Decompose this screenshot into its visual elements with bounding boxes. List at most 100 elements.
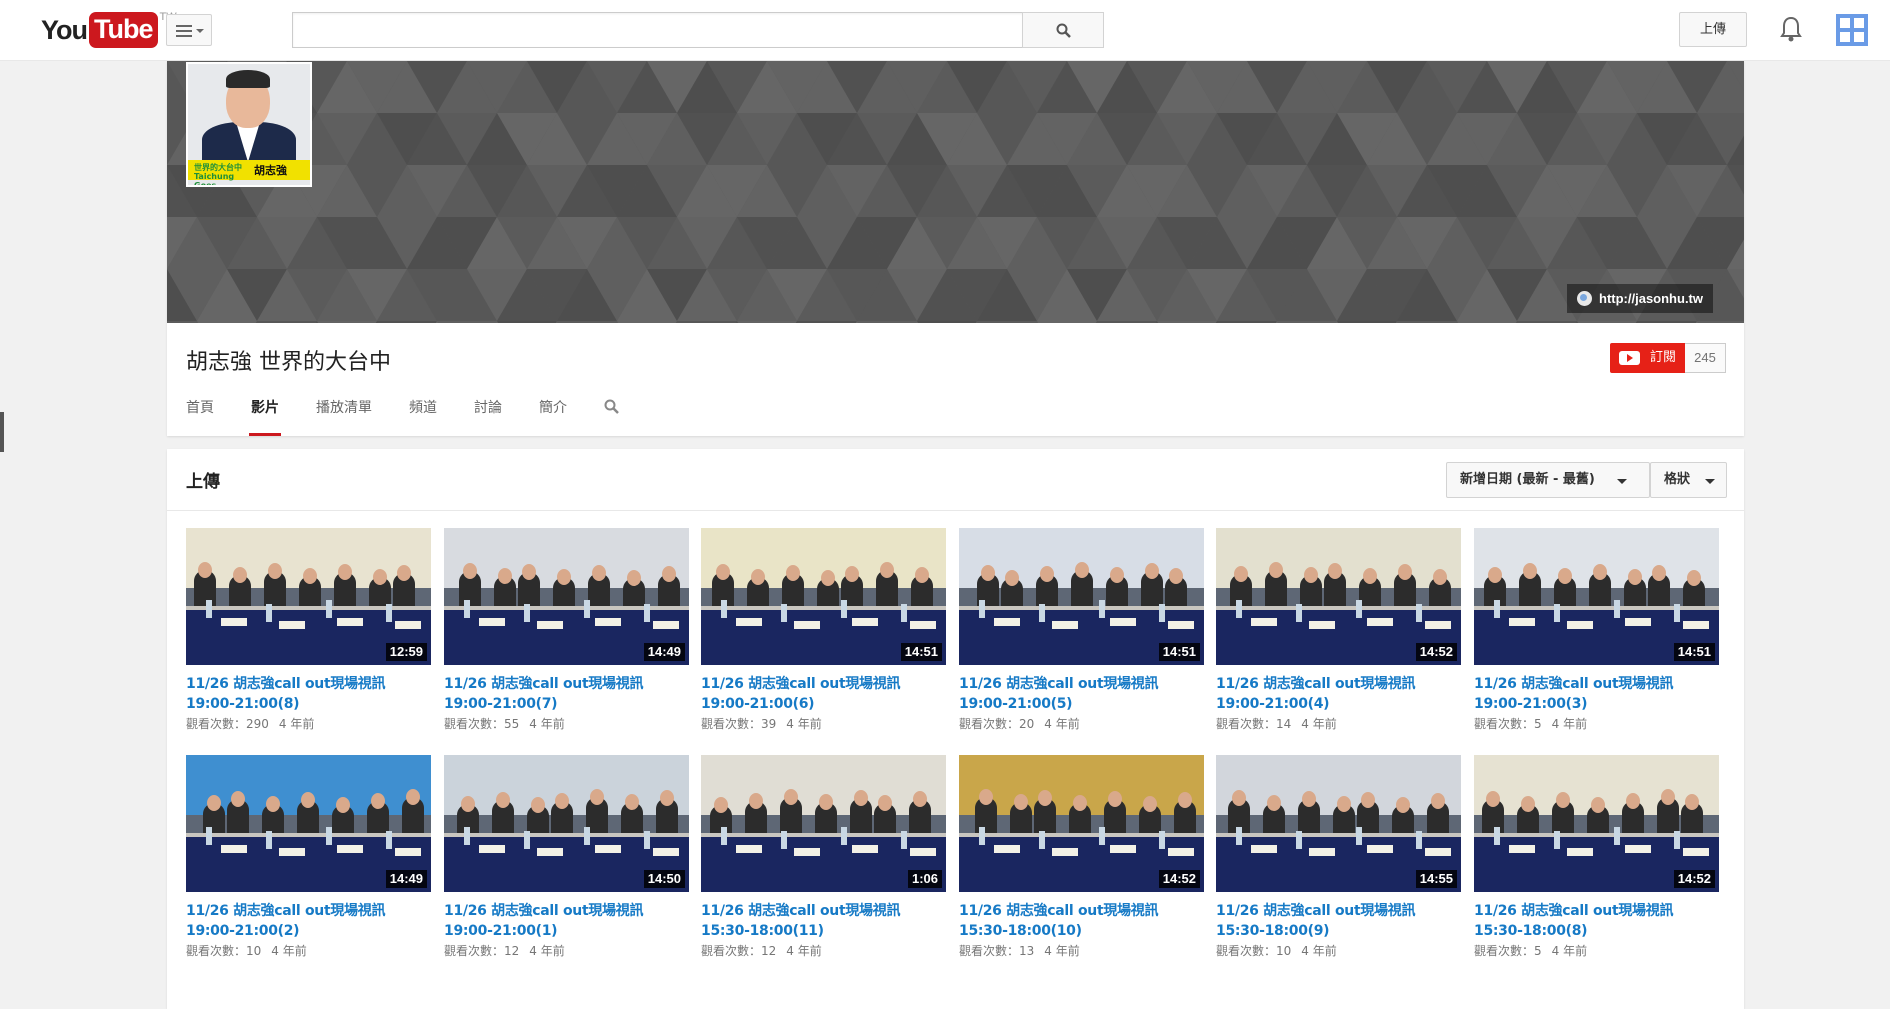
video-meta: 觀看次數：14 4 年前 [1216,715,1337,732]
video-upload-age: 4 年前 [529,944,565,958]
uploads-section: 上傳 新增日期 (最新 - 最舊) 格狀 12:59 11/26 胡志強call … [167,449,1744,1009]
video-title[interactable]: 11/26 胡志強call out現場視訊 19:00-21:00(1) [444,901,689,941]
video-duration: 14:49 [385,870,427,888]
youtube-play-icon [1619,351,1640,365]
video-duration: 14:55 [1415,870,1457,888]
video-card[interactable]: 14:50 11/26 胡志強call out現場視訊 19:00-21:00(1… [444,755,689,965]
hamburger-icon [176,25,192,37]
video-duration: 14:50 [643,870,685,888]
video-card[interactable]: 12:59 11/26 胡志強call out現場視訊 19:00-21:00(8… [186,528,431,738]
video-duration: 14:52 [1158,870,1200,888]
tab-discussion[interactable]: 討論 [474,401,502,436]
video-title[interactable]: 11/26 胡志強call out現場視訊 19:00-21:00(2) [186,901,431,941]
channel-title[interactable]: 胡志強 世界的大台中 [186,344,391,376]
video-card[interactable]: 14:51 11/26 胡志強call out現場視訊 19:00-21:00(6… [701,528,946,738]
video-thumbnail[interactable]: 1:06 [701,755,946,892]
avatar-name: 胡志強 [254,164,287,177]
video-card[interactable]: 14:49 11/26 胡志強call out現場視訊 19:00-21:00(7… [444,528,689,738]
tab-about[interactable]: 簡介 [539,401,567,436]
account-avatar[interactable] [1836,14,1868,46]
video-upload-age: 4 年前 [1044,717,1080,731]
video-title[interactable]: 11/26 胡志強call out現場視訊 19:00-21:00(5) [959,674,1204,714]
sort-label: 新增日期 (最新 - 最舊) [1460,472,1595,487]
video-upload-age: 4 年前 [278,717,315,731]
video-title[interactable]: 11/26 胡志強call out現場視訊 15:30-18:00(10) [959,901,1204,941]
video-card[interactable]: 14:52 11/26 胡志強call out現場視訊 15:30-18:00(8… [1474,755,1719,965]
video-thumbnail[interactable]: 14:49 [444,528,689,665]
video-views: 觀看次數：13 [959,944,1035,958]
video-views: 觀看次數：12 [444,944,520,958]
video-views: 觀看次數：39 [701,717,777,731]
video-meta: 觀看次數：290 4 年前 [186,715,314,732]
video-upload-age: 4 年前 [271,944,307,958]
video-thumbnail[interactable]: 12:59 [186,528,431,665]
video-meta: 觀看次數：12 4 年前 [701,942,822,959]
notifications-bell-icon[interactable] [1780,16,1802,42]
video-card[interactable]: 14:51 11/26 胡志強call out現場視訊 19:00-21:00(3… [1474,528,1719,738]
video-duration: 1:06 [907,870,942,888]
video-thumbnail[interactable]: 14:51 [701,528,946,665]
video-duration: 12:59 [385,643,427,661]
sort-dropdown[interactable]: 新增日期 (最新 - 最舊) [1446,462,1650,498]
video-meta: 觀看次數：10 4 年前 [1216,942,1337,959]
video-thumbnail[interactable]: 14:52 [959,755,1204,892]
video-duration: 14:49 [643,643,685,661]
video-thumbnail[interactable]: 14:52 [1474,755,1719,892]
chevron-down-icon [196,29,204,33]
video-views: 觀看次數：5 [1474,717,1542,731]
view-mode-dropdown[interactable]: 格狀 [1650,462,1727,498]
channel-avatar[interactable]: 世界的大台中 Taichung Goes Global 胡志強 [186,62,312,187]
video-upload-age: 4 年前 [1044,944,1080,958]
tab-home[interactable]: 首頁 [186,401,214,436]
video-card[interactable]: 14:52 11/26 胡志強call out現場視訊 19:00-21:00(4… [1216,528,1461,738]
tab-playlists[interactable]: 播放清單 [316,401,372,436]
video-title[interactable]: 11/26 胡志強call out現場視訊 19:00-21:00(3) [1474,674,1719,714]
video-thumbnail[interactable]: 14:51 [959,528,1204,665]
chevron-down-icon [1705,479,1715,484]
logo-you-text: You [41,15,88,45]
search-input[interactable] [292,12,1023,48]
video-title[interactable]: 11/26 胡志強call out現場視訊 15:30-18:00(11) [701,901,946,941]
video-title[interactable]: 11/26 胡志強call out現場視訊 19:00-21:00(8) [186,674,431,714]
video-title[interactable]: 11/26 胡志強call out現場視訊 19:00-21:00(6) [701,674,946,714]
video-card[interactable]: 14:51 11/26 胡志強call out現場視訊 19:00-21:00(5… [959,528,1204,738]
upload-button[interactable]: 上傳 [1679,12,1747,47]
guide-menu-button[interactable] [166,14,212,46]
video-duration: 14:52 [1673,870,1715,888]
youtube-logo[interactable]: You Tube TW [41,11,177,48]
globe-icon [1577,291,1593,306]
video-views: 觀看次數：55 [444,717,520,731]
search-button[interactable] [1022,12,1104,48]
video-title[interactable]: 11/26 胡志強call out現場視訊 19:00-21:00(4) [1216,674,1461,714]
view-mode-label: 格狀 [1664,472,1691,487]
video-thumbnail[interactable]: 14:52 [1216,528,1461,665]
video-meta: 觀看次數：5 4 年前 [1474,715,1587,732]
channel-header: 世界的大台中 Taichung Goes Global 胡志強 http://j… [167,61,1744,436]
video-views: 觀看次數：10 [186,944,262,958]
chevron-down-icon [1617,479,1627,484]
video-title[interactable]: 11/26 胡志強call out現場視訊 19:00-21:00(7) [444,674,689,714]
video-upload-age: 4 年前 [786,944,822,958]
video-card[interactable]: 14:52 11/26 胡志強call out現場視訊 15:30-18:00(1… [959,755,1204,965]
channel-website-link[interactable]: http://jasonhu.tw [1567,284,1713,313]
channel-banner: 世界的大台中 Taichung Goes Global 胡志強 http://j… [167,61,1744,323]
video-views: 觀看次數：10 [1216,944,1292,958]
video-meta: 觀看次數：20 4 年前 [959,715,1080,732]
video-title[interactable]: 11/26 胡志強call out現場視訊 15:30-18:00(9) [1216,901,1461,941]
video-card[interactable]: 14:55 11/26 胡志強call out現場視訊 15:30-18:00(9… [1216,755,1461,965]
tab-channels[interactable]: 頻道 [409,401,437,436]
video-upload-age: 4 年前 [1551,717,1588,731]
video-card[interactable]: 1:06 11/26 胡志強call out現場視訊 15:30-18:00(11… [701,755,946,965]
video-thumbnail[interactable]: 14:55 [1216,755,1461,892]
subscribe-button[interactable]: 訂閱 [1610,343,1685,373]
video-views: 觀看次數：12 [701,944,777,958]
channel-search-icon[interactable] [604,399,619,414]
video-card[interactable]: 14:49 11/26 胡志強call out現場視訊 19:00-21:00(2… [186,755,431,965]
tab-videos[interactable]: 影片 [249,401,281,436]
video-thumbnail[interactable]: 14:50 [444,755,689,892]
video-thumbnail[interactable]: 14:49 [186,755,431,892]
video-title[interactable]: 11/26 胡志強call out現場視訊 15:30-18:00(8) [1474,901,1719,941]
subscribe-label: 訂閱 [1650,350,1677,365]
video-thumbnail[interactable]: 14:51 [1474,528,1719,665]
video-views: 觀看次數：5 [1474,944,1542,958]
